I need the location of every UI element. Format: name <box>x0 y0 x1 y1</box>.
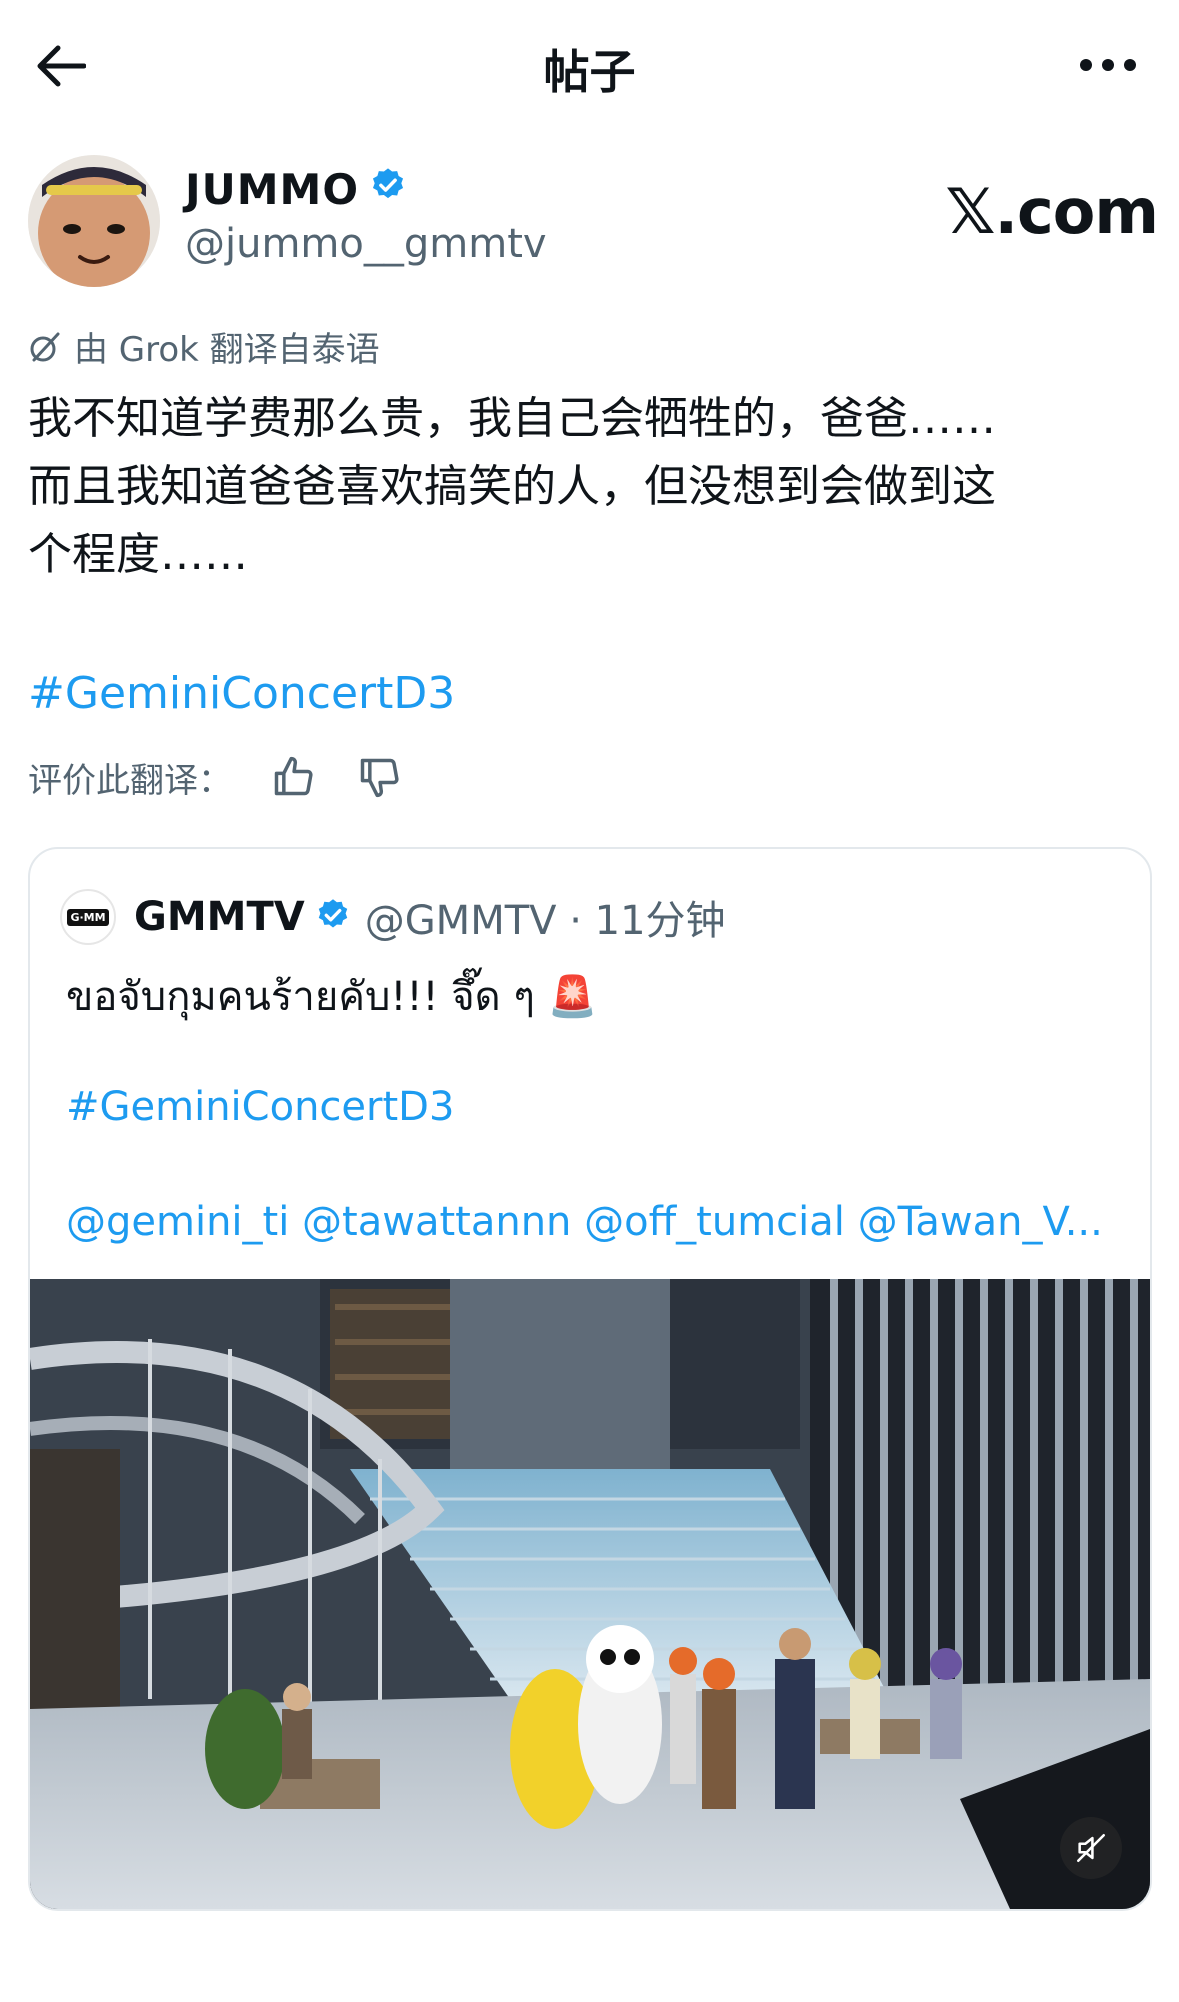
mute-toggle-button[interactable] <box>1060 1817 1122 1879</box>
post-line: 而且我知道爸爸喜欢搞笑的人，但没想到会做到这 <box>28 461 996 512</box>
quoted-author-name[interactable]: GMMTV <box>134 894 305 940</box>
more-dots-icon <box>1080 59 1136 71</box>
grok-icon <box>30 332 60 361</box>
quoted-hashtag-link[interactable]: #GeminiConcertD3 <box>66 1084 454 1130</box>
post-page: 帖子 JUMMO @jummo__gmmtv 𝕏.com 由 Grok 翻译自泰… <box>0 0 1179 2002</box>
post-line: 我不知道学费那么贵，我自己会牺牲的，爸爸…… <box>28 393 996 444</box>
translation-note-text: 由 Grok 翻译自泰语 <box>74 330 380 370</box>
stage-scene-image <box>30 1279 1150 1909</box>
avatar-face-icon <box>28 155 160 287</box>
post-hashtag-link[interactable]: #GeminiConcertD3 <box>28 668 455 719</box>
post-line: 个程度…… <box>28 529 248 580</box>
rate-translation: 评价此翻译： <box>28 752 404 802</box>
x-com-brand: 𝕏.com <box>945 175 1159 248</box>
author-name-text: JUMMO <box>185 165 360 214</box>
video-thumbnail[interactable] <box>30 1279 1150 1909</box>
author-avatar[interactable] <box>28 155 160 287</box>
muted-speaker-icon <box>1076 1833 1106 1863</box>
quoted-author-avatar[interactable]: G·MM <box>60 889 116 945</box>
author-name[interactable]: JUMMO <box>185 165 407 214</box>
verified-badge-icon <box>369 165 407 214</box>
more-options-button[interactable] <box>1073 40 1143 90</box>
thumbs-up-icon <box>274 756 313 796</box>
rate-translation-label: 评价此翻译： <box>28 760 232 801</box>
quoted-post-card[interactable]: G·MM GMMTV @GMMTV · 11分钟 ขอจับกุมคนร้ายค… <box>28 847 1152 1911</box>
top-bar: 帖子 <box>0 0 1179 130</box>
author-handle[interactable]: @jummo__gmmtv <box>185 221 547 267</box>
thumbs-down-icon <box>360 758 399 798</box>
page-title: 帖子 <box>543 45 636 99</box>
quoted-post-header: G·MM GMMTV @GMMTV · 11分钟 <box>60 889 726 945</box>
post-body: 我不知道学费那么贵，我自己会牺牲的，爸爸…… 而且我知道爸爸喜欢搞笑的人，但没想… <box>28 385 1158 589</box>
verified-badge-icon <box>315 897 351 937</box>
quoted-post-text: ขอจับกุมคนร้ายคับ!!! จึ๊ด ๆ 🚨 <box>66 974 598 1020</box>
quoted-author-handle-time: @GMMTV · 11分钟 <box>364 898 726 944</box>
author-row: JUMMO @jummo__gmmtv 𝕏.com <box>28 155 1159 290</box>
thumbs-down-button[interactable] <box>354 752 404 802</box>
thumbs-up-button[interactable] <box>268 752 318 802</box>
quoted-mentions[interactable]: @gemini_ti @tawattannn @off_tumcial @Taw… <box>66 1199 1126 1245</box>
translation-note: 由 Grok 翻译自泰语 <box>28 322 380 371</box>
gmmtv-logo: G·MM <box>67 908 109 926</box>
